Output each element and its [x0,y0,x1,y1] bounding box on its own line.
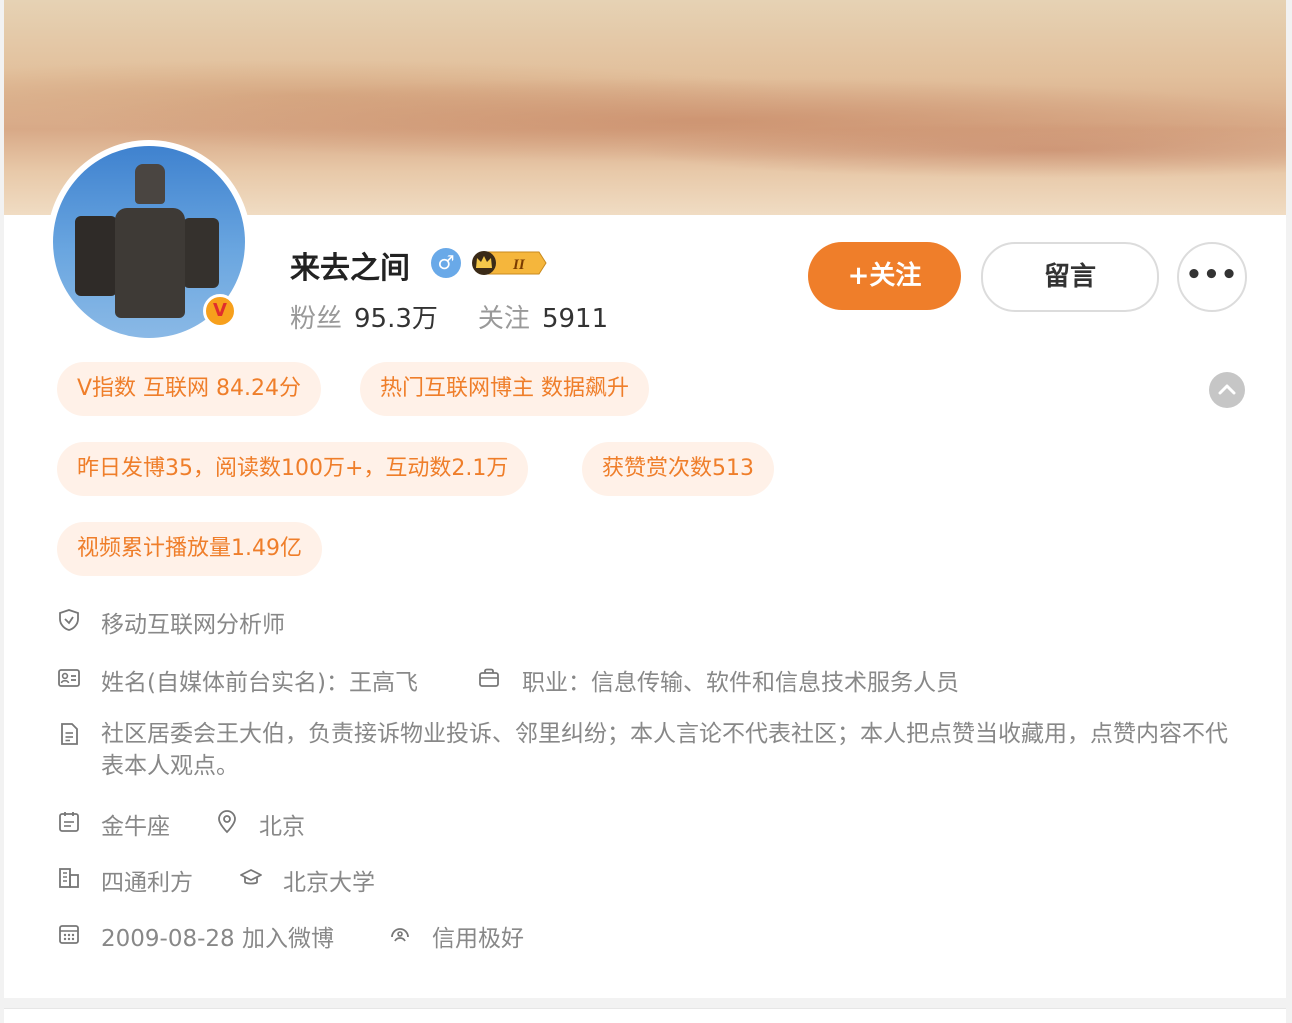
credit-icon [388,922,412,946]
company-text: 四通利方 [101,870,193,896]
occupation-text: 职业：信息传输、软件和信息技术服务人员 [522,670,959,696]
chevron-up-icon [1218,384,1236,395]
tag-yesterday-stats[interactable]: 昨日发博35，阅读数100万+，互动数2.1万 [57,442,529,496]
message-button[interactable]: 留言 [981,242,1159,312]
tag-hot-blogger[interactable]: 热门互联网博主 数据飙升 [360,362,649,416]
school-text: 北京大学 [283,870,375,896]
certification-text: 移动互联网分析师 [101,612,285,638]
following-count[interactable]: 5911 [542,304,608,334]
document-icon [57,722,81,746]
tag-video-plays[interactable]: 视频累计播放量1.49亿 [57,522,322,576]
section-divider [0,998,1292,1008]
next-card [4,1008,1286,1023]
real-name-text: 姓名(自媒体前台实名)：王高飞 [101,670,418,696]
shield-icon [57,608,81,632]
location-text: 北京 [259,814,305,840]
tag-rewards[interactable]: 获赞赏次数513 [582,442,774,496]
vip-crown-icon[interactable]: II [471,250,547,276]
profile-stats: 粉丝 95.3万 关注 5911 [290,298,608,335]
calendar-small-icon [57,810,81,834]
following-label: 关注 [477,304,530,334]
credit-text: 信用极好 [432,926,524,952]
id-card-icon [57,666,81,690]
male-gender-icon: ♂ [431,248,461,278]
vip-level-text: II [512,257,526,273]
briefcase-icon [477,666,501,690]
collapse-button[interactable] [1209,372,1245,408]
building-icon [57,866,81,890]
tag-v-index[interactable]: V指数 互联网 84.24分 [57,362,322,416]
profile-name: 来去之间 [290,251,410,286]
location-pin-icon [215,810,239,834]
fans-label: 粉丝 [290,304,343,334]
verified-badge-icon: V [203,294,237,328]
constellation-text: 金牛座 [101,814,170,840]
follow-button[interactable]: +关注 [808,242,961,310]
calendar-icon [57,922,81,946]
more-options-button[interactable]: ••• [1177,242,1247,312]
graduation-cap-icon [239,866,263,890]
description-text: 社区居委会王大伯，负责接诉物业投诉、邻里纠纷；本人言论不代表社区；本人把点赞当收… [101,721,1228,779]
join-date-text: 2009-08-28 加入微博 [101,926,334,952]
fans-count[interactable]: 95.3万 [354,304,438,334]
